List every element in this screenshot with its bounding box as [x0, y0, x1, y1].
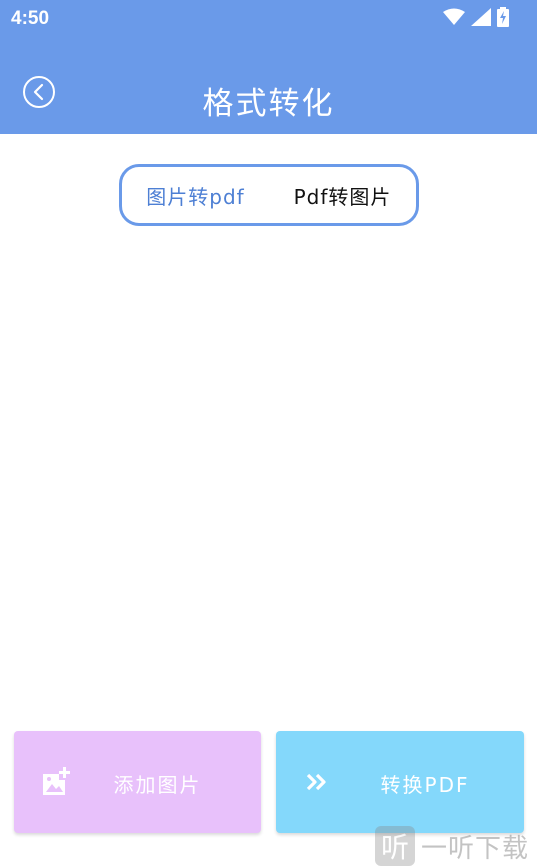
status-time: 4:50 — [11, 8, 50, 29]
add-image-button[interactable]: 添加图片 — [14, 731, 261, 833]
status-bar: 4:50 — [0, 0, 537, 36]
watermark: 听 一听下载 — [375, 824, 537, 868]
cell-signal-icon — [471, 8, 491, 26]
convert-pdf-button[interactable]: 转换PDF — [276, 731, 524, 833]
app-bar: 格式转化 — [0, 36, 537, 134]
watermark-logo: 听 — [375, 826, 415, 866]
battery-icon — [497, 7, 509, 27]
add-image-label: 添加图片 — [113, 773, 202, 797]
tab-image-to-pdf[interactable]: 图片转pdf — [122, 181, 269, 210]
watermark-text: 一听下载 — [421, 833, 530, 864]
status-icons — [443, 7, 509, 27]
page-title: 格式转化 — [202, 86, 335, 122]
tab-pdf-to-image[interactable]: Pdf转图片 — [269, 181, 416, 210]
convert-pdf-label: 转换PDF — [380, 773, 470, 797]
wifi-icon — [443, 8, 465, 25]
mode-toggle: 图片转pdf Pdf转图片 — [119, 164, 419, 226]
